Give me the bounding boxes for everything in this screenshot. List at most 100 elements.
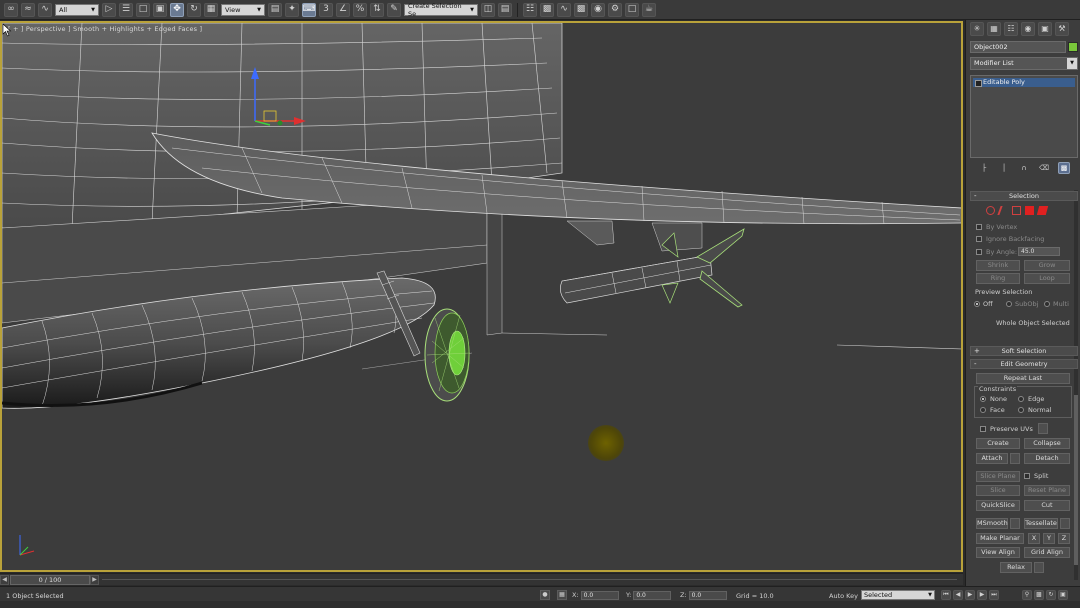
window-crossing-icon[interactable]: ▣ xyxy=(153,2,167,17)
time-prev-icon[interactable]: ◀ xyxy=(0,575,9,585)
select-by-name-icon[interactable]: ☰ xyxy=(119,2,133,17)
spinner-snap-icon[interactable]: ⇅ xyxy=(370,2,384,17)
scale-icon[interactable]: ▦ xyxy=(204,2,218,17)
curve-editor-icon[interactable]: ∿ xyxy=(557,2,571,17)
ignore-backfacing-checkbox[interactable] xyxy=(976,236,982,242)
by-vertex-checkbox[interactable] xyxy=(976,224,982,230)
percent-snap-icon[interactable]: % xyxy=(353,2,367,17)
rotate-icon[interactable]: ↻ xyxy=(187,2,201,17)
view-align-button[interactable]: View Align xyxy=(976,547,1020,558)
viewport-label[interactable]: [ + ] Perspective ] Smooth + Highlights … xyxy=(8,25,202,33)
viewport-scene[interactable] xyxy=(2,23,963,572)
edit-geometry-rollout-header[interactable]: - Edit Geometry xyxy=(970,359,1078,369)
y-coordinate-field[interactable]: 0.0 xyxy=(633,590,672,600)
detach-button[interactable]: Detach xyxy=(1024,453,1070,464)
render-production-icon[interactable]: ☕ xyxy=(642,2,656,17)
slice-button[interactable]: Slice xyxy=(976,485,1020,496)
auto-key-button[interactable]: Auto Key xyxy=(829,592,858,600)
msmooth-settings-button[interactable] xyxy=(1010,518,1020,529)
absolute-mode-icon[interactable]: ▦ xyxy=(557,590,567,600)
make-unique-icon[interactable]: ∩ xyxy=(1018,162,1030,174)
maximize-viewport-icon[interactable]: ▣ xyxy=(1058,590,1068,600)
polygon-level-icon[interactable] xyxy=(1025,206,1034,215)
render-setup-icon[interactable]: ⚙ xyxy=(608,2,622,17)
grow-button[interactable]: Grow xyxy=(1024,260,1070,271)
make-planar-z-button[interactable]: Z xyxy=(1058,533,1070,544)
make-planar-button[interactable]: Make Planar xyxy=(976,533,1024,544)
select-manipulate-icon[interactable]: ✦ xyxy=(285,2,299,17)
rendered-frame-icon[interactable]: □ xyxy=(625,2,639,17)
graphite-tools-icon[interactable]: ▩ xyxy=(540,2,554,17)
element-level-icon[interactable] xyxy=(1036,206,1049,215)
collapse-button[interactable]: Collapse xyxy=(1024,438,1070,449)
angle-spinner[interactable]: 45.0 xyxy=(1018,247,1060,256)
utilities-tab-icon[interactable]: ⚒ xyxy=(1055,22,1069,36)
msmooth-button[interactable]: MSmooth xyxy=(976,518,1008,529)
time-slider[interactable]: 0 / 100 xyxy=(10,575,90,585)
key-filter-dropdown[interactable]: Selected ▼ xyxy=(861,590,935,600)
mirror-icon[interactable]: ◫ xyxy=(481,2,495,17)
create-button[interactable]: Create xyxy=(976,438,1020,449)
lock-icon[interactable]: ● xyxy=(540,590,550,600)
schematic-view-icon[interactable]: ▩ xyxy=(574,2,588,17)
constraint-normal-radio[interactable] xyxy=(1018,407,1024,413)
constraint-face-radio[interactable] xyxy=(980,407,986,413)
unlink-icon[interactable]: ≈ xyxy=(21,2,35,17)
create-tab-icon[interactable]: ✳ xyxy=(970,22,984,36)
perspective-viewport[interactable]: [ + ] Perspective ] Smooth + Highlights … xyxy=(0,21,963,572)
panel-scrollbar[interactable] xyxy=(1074,190,1078,580)
preserve-uvs-checkbox[interactable] xyxy=(980,426,986,432)
zoom-icon[interactable]: ⚲ xyxy=(1022,590,1032,600)
selection-rollout-header[interactable]: - Selection xyxy=(970,191,1078,201)
material-editor-icon[interactable]: ◉ xyxy=(591,2,605,17)
make-planar-x-button[interactable]: X xyxy=(1028,533,1040,544)
missile-mesh[interactable] xyxy=(560,228,745,308)
align-icon[interactable]: ▤ xyxy=(498,2,512,17)
select-object-icon[interactable]: ▷ xyxy=(102,2,116,17)
object-name-field[interactable]: Object002 xyxy=(970,41,1066,53)
object-color-swatch[interactable] xyxy=(1068,42,1078,52)
preview-multi-radio[interactable] xyxy=(1044,301,1050,307)
time-next-icon[interactable]: ▶ xyxy=(90,575,99,585)
slice-plane-button[interactable]: Slice Plane xyxy=(976,471,1020,482)
constraint-none-radio[interactable] xyxy=(980,396,986,402)
keyboard-shortcut-icon[interactable]: ⌨ xyxy=(302,2,316,17)
next-frame-icon[interactable]: ▶ xyxy=(977,590,987,600)
border-level-icon[interactable] xyxy=(1012,206,1021,215)
edge-level-icon[interactable] xyxy=(997,206,1010,215)
hierarchy-tab-icon[interactable]: ☷ xyxy=(1004,22,1018,36)
by-angle-checkbox[interactable] xyxy=(976,249,982,255)
go-to-end-icon[interactable]: ⏭ xyxy=(989,590,999,600)
loop-button[interactable]: Loop xyxy=(1024,273,1070,284)
modify-tab-icon[interactable]: ▦ xyxy=(987,22,1001,36)
pin-stack-icon[interactable]: ├ xyxy=(978,162,990,174)
pivot-center-icon[interactable]: ▤ xyxy=(268,2,282,17)
shrink-button[interactable]: Shrink xyxy=(976,260,1020,271)
bind-spacewarp-icon[interactable]: ∿ xyxy=(38,2,52,17)
display-tab-icon[interactable]: ▣ xyxy=(1038,22,1052,36)
play-icon[interactable]: ▶ xyxy=(965,590,975,600)
reset-plane-button[interactable]: Reset Plane xyxy=(1024,485,1070,496)
preserve-uvs-settings-button[interactable] xyxy=(1038,423,1048,434)
selection-filter-dropdown[interactable]: All ▼ xyxy=(55,3,99,16)
make-planar-y-button[interactable]: Y xyxy=(1043,533,1055,544)
attach-button[interactable]: Attach xyxy=(976,453,1008,464)
named-selection-dropdown[interactable]: Create Selection Se ▼ xyxy=(404,2,478,18)
vertex-level-icon[interactable] xyxy=(986,206,995,215)
go-to-start-icon[interactable]: ⏮ xyxy=(941,590,951,600)
x-coordinate-field[interactable]: 0.0 xyxy=(580,590,619,600)
link-icon[interactable]: ∞ xyxy=(4,2,18,17)
tessellate-button[interactable]: Tessellate xyxy=(1024,518,1058,529)
prev-frame-icon[interactable]: ◀ xyxy=(953,590,963,600)
relax-button[interactable]: Relax xyxy=(1000,562,1032,573)
landing-gear-wheel[interactable] xyxy=(424,308,471,402)
edit-named-selection-icon[interactable]: ✎ xyxy=(387,2,401,17)
z-coordinate-field[interactable]: 0.0 xyxy=(688,590,727,600)
tessellate-settings-button[interactable] xyxy=(1060,518,1070,529)
relax-settings-button[interactable] xyxy=(1034,562,1044,573)
layer-manager-icon[interactable]: ☷ xyxy=(523,2,537,17)
configure-sets-icon[interactable]: ▩ xyxy=(1058,162,1070,174)
preview-subobj-radio[interactable] xyxy=(1006,301,1012,307)
repeat-last-button[interactable]: Repeat Last xyxy=(976,373,1070,384)
split-checkbox[interactable] xyxy=(1024,473,1030,479)
